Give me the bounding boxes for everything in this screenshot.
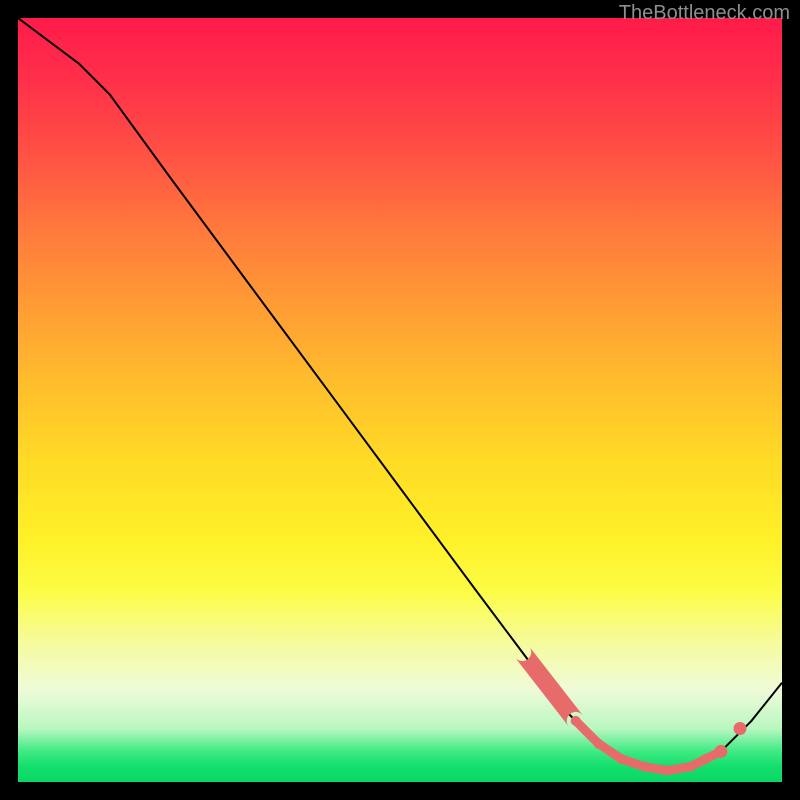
bottleneck-curve [18, 18, 782, 771]
attribution-text: TheBottleneck.com [619, 2, 790, 25]
optimal-zone-markers [515, 647, 746, 776]
plot-area [18, 18, 782, 782]
chart-svg [18, 18, 782, 782]
chart-root: TheBottleneck.com [0, 0, 800, 800]
